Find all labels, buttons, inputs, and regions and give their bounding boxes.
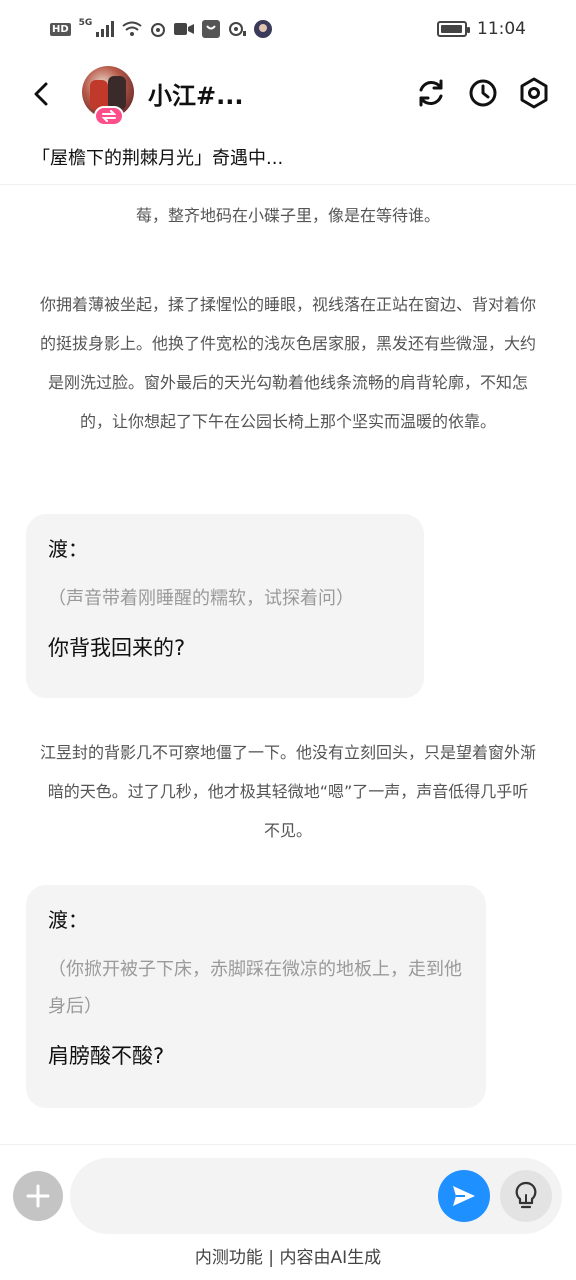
divider [0,1144,576,1145]
add-button[interactable] [13,1171,63,1221]
shopping-bag-icon [202,20,221,38]
hexagon-settings-icon [520,77,548,109]
settings-button[interactable] [517,76,551,110]
divider [0,184,576,185]
lightbulb-icon [515,1181,537,1209]
refresh-button[interactable] [414,76,448,110]
plus-icon [26,1184,50,1208]
battery-icon [437,21,470,37]
action-text: （你掀开被子下床，赤脚踩在微凉的地板上，走到他身后） [48,959,462,1017]
chat-header: 小江#... [0,62,576,126]
action-text: （声音带着刚睡醒的糯软，试探着问） [48,588,354,609]
netease-icon [150,21,166,37]
character-avatar[interactable] [82,66,136,126]
video-icon [174,22,195,36]
status-right: 11:04 [437,19,526,39]
network-label: 5G [78,18,93,28]
speech-text: 你背我回来的? [48,636,186,660]
clock: 11:04 [477,19,526,39]
scenario-subtitle: 「屋檐下的荆棘月光」奇遇中... [32,148,284,169]
switch-character-badge[interactable] [94,106,124,126]
clock-icon [469,79,497,107]
chevron-left-icon [34,82,48,106]
ai-disclaimer: 内测功能 | 内容由AI生成 [194,1248,382,1268]
refresh-icon [419,79,443,107]
narration-text: 江昱封的背影几不可察地僵了一下。他没有立刻回头，只是望着窗外渐暗的天色。过了几秒… [40,743,537,840]
narration-text: 莓，整齐地码在小碟子里，像是在等待谁。 [135,206,440,225]
speaker-name: 渡： [48,908,88,932]
narration-text: 你拥着薄被坐起，揉了揉惺忪的睡眼，视线落在正站在窗边、背对着你的挺拔身影上。他换… [40,295,537,431]
chat-title[interactable]: 小江#... [148,76,243,111]
speech-text: 肩膀酸不酸? [48,1044,165,1068]
inspiration-button[interactable] [500,1170,552,1222]
message-input[interactable] [92,1176,422,1216]
hd-badge: HD [50,22,71,36]
send-icon [453,1186,475,1206]
wifi-icon [122,21,142,37]
user-message-bubble[interactable]: 渡： （你掀开被子下床，赤脚踩在微凉的地板上，走到他身后） 肩膀酸不酸? [26,885,486,1108]
send-button[interactable] [438,1170,490,1222]
swap-icon [101,110,117,122]
chat-screen: HD 5G 11:04 小江#... 「屋檐下的荆棘月光」奇遇中... 莓，整齐… [0,0,576,1280]
user-message-bubble[interactable]: 渡： （声音带着刚睡醒的糯软，试探着问） 你背我回来的? [26,514,424,698]
podcast-icon [228,21,247,37]
status-icons: HD 5G [50,18,273,38]
history-button[interactable] [466,76,500,110]
app-avatar-icon [254,20,273,38]
status-bar: HD 5G 11:04 [0,0,576,58]
signal-icon [96,21,115,37]
back-button[interactable] [26,78,58,110]
speaker-name: 渡： [48,537,88,561]
